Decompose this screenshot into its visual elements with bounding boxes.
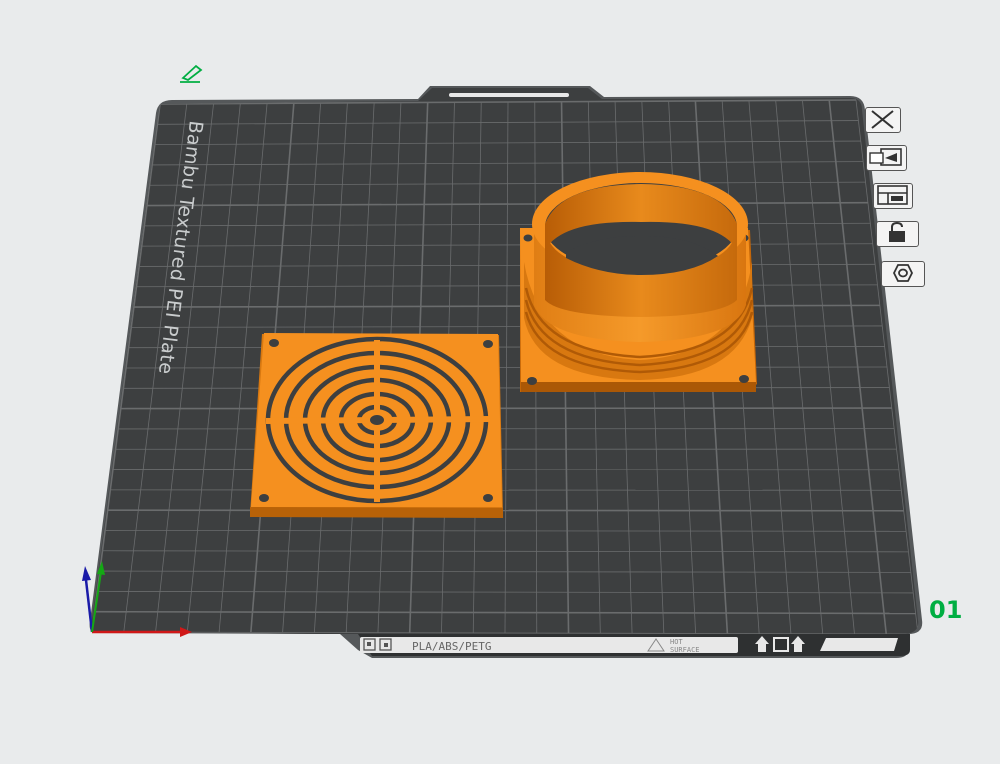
fan-grille-model[interactable] [250,333,503,518]
material-label: PLA/ABS/PETG [412,640,491,653]
lock-icon[interactable] [876,221,919,247]
plate-handle [449,93,569,97]
layout-icon[interactable] [873,183,913,209]
auto-arrange-icon[interactable] [866,145,907,171]
settings-hex-icon[interactable] [881,261,925,287]
hot-surface-line1: HOT [670,638,683,646]
plate-number[interactable]: 01 [929,596,962,624]
close-icon[interactable] [865,107,901,133]
plate-info-strip: PLA/ABS/PETG HOT SURFACE [358,634,910,656]
build-plate[interactable] [89,86,923,658]
grid-line [107,509,904,512]
fan-duct-model[interactable] [520,172,757,392]
hot-surface-line2: SURFACE [670,646,700,654]
grid-line [120,407,892,410]
pencil-icon[interactable] [180,64,203,83]
